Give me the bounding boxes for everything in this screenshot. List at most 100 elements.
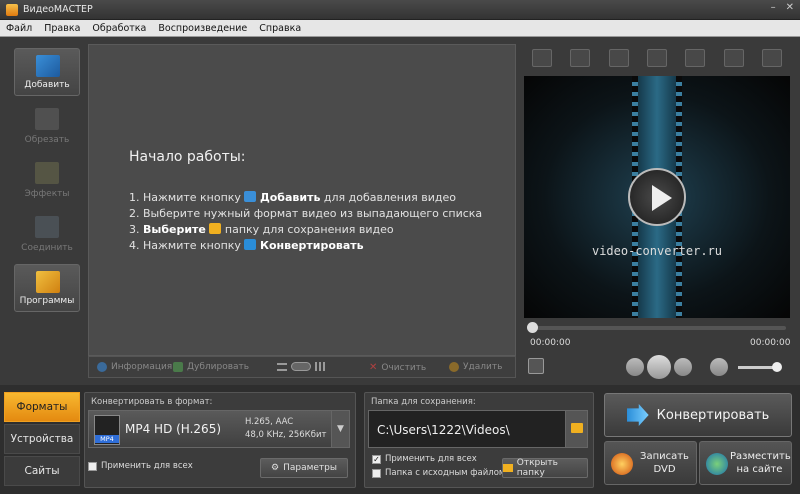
- preview-url: video-converter.ru: [591, 244, 723, 258]
- close-icon[interactable]: ✕: [786, 2, 794, 13]
- programs-button[interactable]: Программы: [14, 264, 80, 312]
- step-1-suffix: для добавления видео: [320, 191, 456, 204]
- view-toggle[interactable]: [277, 362, 325, 371]
- volume-slider[interactable]: [738, 362, 782, 372]
- add-label: Добавить: [24, 80, 70, 90]
- forward-icon[interactable]: [674, 358, 692, 376]
- volume-handle[interactable]: [772, 362, 782, 372]
- save-path: C:\Users\1222\Videos\: [377, 423, 510, 437]
- checkbox-box[interactable]: [88, 461, 97, 471]
- parameters-button[interactable]: ⚙ Параметры: [260, 458, 348, 478]
- view-switch-icon: [291, 362, 311, 371]
- format-label: Конвертировать в формат:: [91, 397, 213, 407]
- window-title: ВидеоМАСТЕР: [23, 4, 93, 15]
- app-logo-icon: [6, 3, 18, 16]
- clear-label: Очистить: [381, 362, 427, 373]
- open-folder-button[interactable]: Открыть папку: [502, 458, 588, 478]
- burn-dvd-button[interactable]: Записать DVD: [604, 441, 697, 485]
- time-current: 00:00:00: [530, 338, 571, 348]
- duplicate-label: Дублировать: [187, 362, 250, 372]
- publish-web-label: Разместить на сайте: [730, 451, 791, 475]
- convert-arrow-icon: [244, 239, 257, 250]
- dvd-icon: [611, 453, 633, 475]
- parameters-label: Параметры: [283, 463, 337, 473]
- globe-icon: [706, 453, 728, 475]
- chevron-down-icon[interactable]: ▼: [331, 411, 349, 447]
- snapshot-icon[interactable]: [570, 49, 591, 67]
- join-button[interactable]: Соединить: [14, 210, 80, 258]
- grid-view-icon: [315, 362, 325, 371]
- join-label: Соединить: [21, 243, 73, 253]
- start-title: Начало работы:: [129, 149, 246, 165]
- save-apply-all-label: Применить для всех: [385, 454, 477, 464]
- info-button[interactable]: Информация: [97, 362, 172, 372]
- save-apply-all-checkbox[interactable]: ✓ Применить для всех: [372, 454, 477, 464]
- source-folder-checkbox[interactable]: Папка с исходным файлом: [372, 468, 505, 478]
- format-icon-text: MP4: [95, 435, 119, 443]
- format-codec: H.265, AAC: [245, 417, 294, 427]
- list-toolbar: Информация Дублировать ✕ Очистить Удалить: [88, 356, 516, 378]
- time-total: 00:00:00: [750, 338, 791, 348]
- convert-button[interactable]: Конвертировать: [604, 393, 792, 437]
- checkbox-box[interactable]: [372, 468, 381, 478]
- step-3-bold: Выберите: [143, 223, 206, 236]
- crop-icon[interactable]: [761, 49, 782, 67]
- speed-runner-icon[interactable]: [685, 49, 706, 67]
- menu-processing[interactable]: Обработка: [92, 23, 146, 34]
- rotate-icon[interactable]: [646, 49, 667, 67]
- delete-button[interactable]: Удалить: [449, 362, 502, 372]
- step-2: 2. Выберите нужный формат видео из выпад…: [129, 207, 483, 220]
- browse-folder-button[interactable]: [565, 411, 587, 447]
- effects-label: Эффекты: [24, 189, 70, 199]
- seek-bar[interactable]: [527, 322, 786, 333]
- video-preview[interactable]: video-converter.ru: [524, 76, 790, 318]
- delete-icon: [449, 362, 459, 372]
- play-overlay-icon[interactable]: [628, 168, 686, 226]
- film-frame-icon[interactable]: [532, 49, 552, 67]
- step-4-text: 4. Нажмите кнопку: [129, 239, 245, 252]
- step-3-text: 3.: [129, 223, 143, 236]
- info-icon: [97, 362, 107, 372]
- source-folder-label: Папка с исходным файлом: [385, 468, 506, 478]
- folder-icon: [209, 223, 222, 234]
- film-add-icon: [36, 55, 60, 77]
- tab-devices[interactable]: Устройства: [4, 424, 80, 454]
- step-1-bold: Добавить: [259, 191, 321, 204]
- effects-button[interactable]: Эффекты: [14, 156, 80, 204]
- menu-edit[interactable]: Правка: [44, 23, 80, 34]
- step-3: 3. Выберите папку для сохранения видео: [129, 222, 482, 238]
- brightness-icon[interactable]: [608, 49, 629, 67]
- duplicate-button[interactable]: Дублировать: [173, 362, 249, 372]
- save-label: Папка для сохранения:: [371, 397, 476, 407]
- tab-formats[interactable]: Форматы: [4, 392, 80, 422]
- checkbox-checked[interactable]: ✓: [372, 454, 381, 464]
- format-apply-all-checkbox[interactable]: Применить для всех: [88, 461, 193, 471]
- volume-icon[interactable]: [710, 358, 728, 376]
- trim-button[interactable]: Обрезать: [14, 102, 80, 150]
- convert-label: Конвертировать: [656, 407, 770, 423]
- title-bar: ВидеоМАСТЕР – ✕: [0, 0, 800, 20]
- save-path-field[interactable]: C:\Users\1222\Videos\: [368, 410, 588, 448]
- step-1-text: 1. Нажмите кнопку: [129, 191, 245, 204]
- list-view-icon: [277, 362, 287, 371]
- join-icon: [35, 216, 59, 238]
- rewind-icon[interactable]: [626, 358, 644, 376]
- scissors-icon: [35, 108, 59, 130]
- minimize-icon[interactable]: –: [771, 2, 776, 13]
- format-apply-all-label: Применить для всех: [101, 461, 193, 471]
- publish-web-button[interactable]: Разместить на сайте: [699, 441, 792, 485]
- add-button[interactable]: Добавить: [14, 48, 80, 96]
- menu-help[interactable]: Справка: [259, 23, 301, 34]
- clear-button[interactable]: ✕ Очистить: [369, 362, 426, 373]
- format-selector[interactable]: MP4 MP4 HD (H.265) H.265, AAC 48,0 KHz, …: [88, 410, 350, 448]
- preview-toolbar: [524, 44, 790, 72]
- menu-file[interactable]: Файл: [6, 23, 32, 34]
- gif-icon[interactable]: [723, 49, 744, 67]
- step-1: 1. Нажмите кнопку Добавить для добавлени…: [129, 190, 482, 206]
- screenshot-icon[interactable]: [528, 358, 544, 374]
- tab-sites[interactable]: Сайты: [4, 456, 80, 486]
- seek-handle[interactable]: [527, 322, 538, 333]
- file-list-area[interactable]: Начало работы: 1. Нажмите кнопку Добавит…: [88, 44, 516, 356]
- play-button[interactable]: [647, 355, 671, 379]
- menu-playback[interactable]: Воспроизведение: [158, 23, 247, 34]
